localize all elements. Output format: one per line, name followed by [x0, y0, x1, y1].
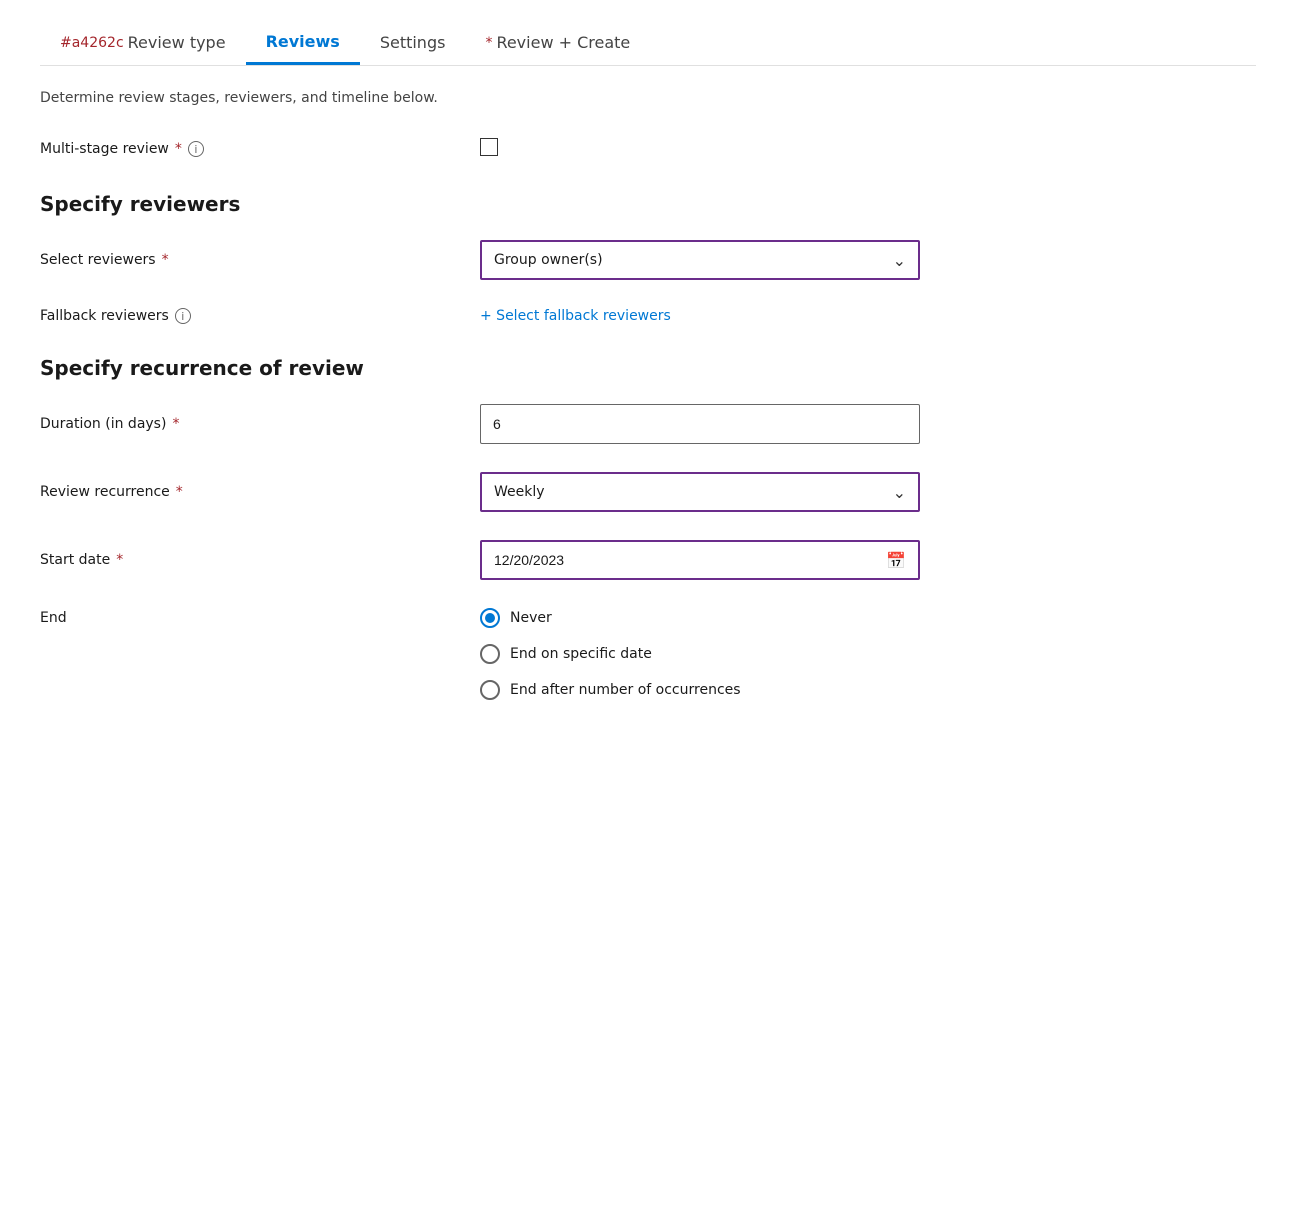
fallback-reviewers-row: Fallback reviewers i + Select fallback r…	[40, 308, 1256, 324]
tab-review-create[interactable]: * Review + Create	[465, 21, 650, 64]
start-date-label-text: Start date	[40, 552, 110, 568]
tab-review-create-label: Review + Create	[496, 33, 630, 52]
end-never-option[interactable]: Never	[480, 608, 1256, 628]
review-recurrence-dropdown[interactable]: Weekly ⌄	[480, 472, 920, 512]
start-date-wrapper: 📅	[480, 540, 920, 580]
end-label-text: End	[40, 610, 67, 626]
end-specific-date-option[interactable]: End on specific date	[480, 644, 1256, 664]
multi-stage-control	[480, 138, 1256, 160]
tab-settings[interactable]: Settings	[360, 21, 466, 64]
page-container: #a4262c Review type Reviews Settings * R…	[0, 0, 1296, 748]
required-star-review-create: *	[485, 35, 492, 51]
multi-stage-row: Multi-stage review * i	[40, 138, 1256, 160]
select-reviewers-label: Select reviewers *	[40, 252, 480, 268]
end-occurrences-option[interactable]: End after number of occurrences	[480, 680, 1256, 700]
select-reviewers-chevron-icon: ⌄	[893, 251, 906, 270]
tab-reviews[interactable]: Reviews	[246, 20, 360, 65]
review-recurrence-row: Review recurrence * Weekly ⌄	[40, 472, 1256, 512]
duration-label-text: Duration (in days)	[40, 416, 166, 432]
fallback-reviewers-label: Fallback reviewers i	[40, 308, 480, 324]
calendar-icon[interactable]: 📅	[886, 551, 906, 570]
tab-review-type[interactable]: #a4262c Review type	[40, 21, 246, 64]
end-specific-date-radio[interactable]	[480, 644, 500, 664]
review-recurrence-control: Weekly ⌄	[480, 472, 1256, 512]
multi-stage-info-icon[interactable]: i	[188, 141, 204, 157]
fallback-reviewers-control: + Select fallback reviewers	[480, 308, 1256, 324]
required-star-multi-stage: *	[175, 141, 182, 157]
required-star-start-date: *	[116, 552, 123, 568]
duration-input[interactable]	[480, 404, 920, 444]
page-description: Determine review stages, reviewers, and …	[40, 90, 1256, 106]
required-star-duration: *	[172, 416, 179, 432]
select-reviewers-label-text: Select reviewers	[40, 252, 156, 268]
required-star-review-type: #a4262c	[60, 35, 124, 51]
fallback-reviewers-info-icon[interactable]: i	[175, 308, 191, 324]
end-control: Never End on specific date End after num…	[480, 608, 1256, 700]
required-star-reviewers: *	[162, 252, 169, 268]
multi-stage-label-text: Multi-stage review	[40, 141, 169, 157]
tab-review-type-label: Review type	[128, 33, 226, 52]
select-reviewers-dropdown[interactable]: Group owner(s) ⌄	[480, 240, 920, 280]
end-never-radio[interactable]	[480, 608, 500, 628]
duration-label: Duration (in days) *	[40, 416, 480, 432]
review-recurrence-label: Review recurrence *	[40, 484, 480, 500]
select-reviewers-row: Select reviewers * Group owner(s) ⌄	[40, 240, 1256, 280]
multi-stage-checkbox[interactable]	[480, 138, 498, 156]
specify-reviewers-heading: Specify reviewers	[40, 192, 1256, 216]
tab-settings-label: Settings	[380, 33, 446, 52]
end-row: End Never End on specific date End afte	[40, 608, 1256, 700]
end-label: End	[40, 608, 480, 626]
tab-reviews-label: Reviews	[266, 32, 340, 51]
review-recurrence-value: Weekly	[494, 484, 545, 500]
end-occurrences-label: End after number of occurrences	[510, 682, 741, 698]
start-date-label: Start date *	[40, 552, 480, 568]
start-date-control: 📅	[480, 540, 1256, 580]
duration-row: Duration (in days) *	[40, 404, 1256, 444]
fallback-reviewers-label-text: Fallback reviewers	[40, 308, 169, 324]
select-reviewers-value: Group owner(s)	[494, 252, 603, 268]
select-reviewers-control: Group owner(s) ⌄	[480, 240, 1256, 280]
start-date-input[interactable]	[494, 552, 886, 568]
duration-control	[480, 404, 1256, 444]
end-radio-group: Never End on specific date End after num…	[480, 608, 1256, 700]
start-date-row: Start date * 📅	[40, 540, 1256, 580]
review-recurrence-label-text: Review recurrence	[40, 484, 170, 500]
end-occurrences-radio[interactable]	[480, 680, 500, 700]
multi-stage-label: Multi-stage review * i	[40, 141, 480, 157]
specify-recurrence-heading: Specify recurrence of review	[40, 356, 1256, 380]
end-never-label: Never	[510, 610, 552, 626]
select-fallback-reviewers-link[interactable]: + Select fallback reviewers	[480, 308, 671, 324]
required-star-recurrence: *	[176, 484, 183, 500]
review-recurrence-chevron-icon: ⌄	[893, 483, 906, 502]
end-specific-date-label: End on specific date	[510, 646, 652, 662]
nav-tabs: #a4262c Review type Reviews Settings * R…	[40, 20, 1256, 66]
